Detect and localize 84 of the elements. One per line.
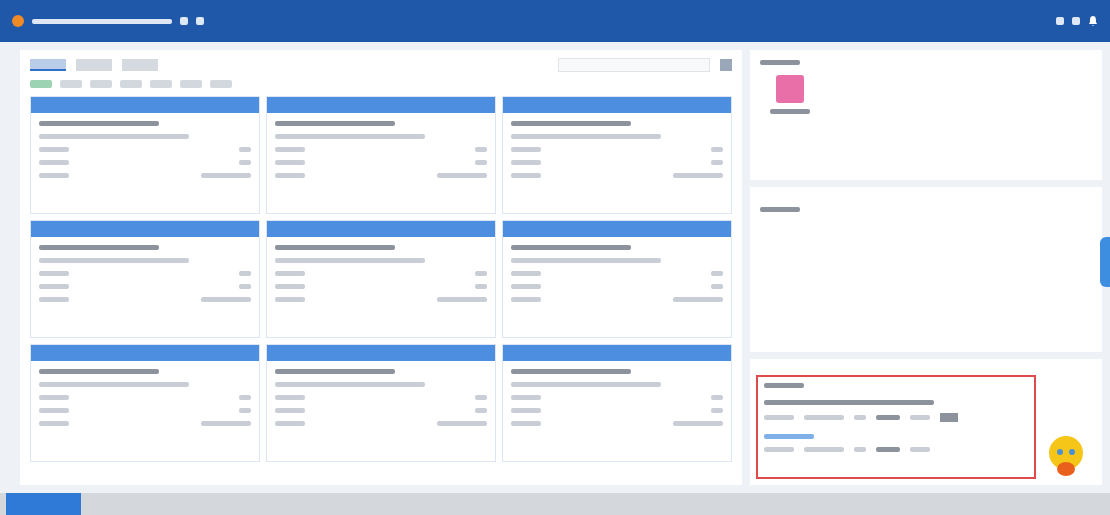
blurred-text-bar xyxy=(39,421,69,426)
order-card[interactable] xyxy=(266,96,496,214)
blurred-text-bar xyxy=(854,415,866,420)
blurred-text-bar xyxy=(239,408,251,413)
blurred-text-bar xyxy=(239,160,251,165)
blurred-text-bar xyxy=(764,383,804,388)
bell-icon[interactable] xyxy=(1088,15,1098,27)
order-card[interactable] xyxy=(266,344,496,462)
blurred-text-bar xyxy=(511,408,541,413)
blurred-text-bar xyxy=(673,297,723,302)
blurred-text-bar xyxy=(475,284,487,289)
blurred-text-bar xyxy=(673,421,723,426)
blurred-text-bar xyxy=(239,147,251,152)
blurred-text-bar xyxy=(475,271,487,276)
blurred-text-bar xyxy=(770,109,810,114)
blurred-text-bar xyxy=(760,207,800,212)
blurred-text-bar xyxy=(910,447,930,452)
blurred-text-bar xyxy=(764,434,814,439)
blurred-text-bar xyxy=(201,173,251,178)
blurred-text-bar xyxy=(39,395,69,400)
blurred-text-bar xyxy=(711,408,723,413)
blurred-text-bar xyxy=(711,284,723,289)
logo-icon xyxy=(12,15,24,27)
order-card[interactable] xyxy=(30,344,260,462)
blurred-text-bar xyxy=(804,415,844,420)
blurred-text-bar xyxy=(711,271,723,276)
blurred-text-bar xyxy=(760,60,800,65)
blurred-text-bar xyxy=(475,147,487,152)
blurred-text-bar xyxy=(511,271,541,276)
blurred-text-bar xyxy=(910,415,930,420)
blurred-text-bar xyxy=(511,297,541,302)
blurred-text-bar xyxy=(39,271,69,276)
order-card[interactable] xyxy=(502,344,732,462)
blurred-text-bar xyxy=(239,395,251,400)
blurred-text-bar xyxy=(511,147,541,152)
blurred-text-bar xyxy=(475,395,487,400)
blurred-text-bar xyxy=(876,415,900,420)
blurred-text-bar xyxy=(39,160,69,165)
blurred-text-bar xyxy=(437,297,487,302)
search-field[interactable] xyxy=(558,58,710,72)
order-card[interactable] xyxy=(266,220,496,338)
blurred-text-bar xyxy=(39,147,69,152)
order-card[interactable] xyxy=(502,96,732,214)
blurred-text-bar xyxy=(511,421,541,426)
blurred-text-bar xyxy=(39,297,69,302)
blurred-text-bar xyxy=(239,271,251,276)
blurred-text-bar xyxy=(711,395,723,400)
blurred-text-bar xyxy=(275,147,305,152)
blurred-text-bar xyxy=(854,447,866,452)
order-card[interactable] xyxy=(30,96,260,214)
blurred-text-bar xyxy=(275,421,305,426)
blurred-text-bar xyxy=(764,447,794,452)
blurred-text-bar xyxy=(275,160,305,165)
blurred-text-bar xyxy=(275,271,305,276)
blurred-text-bar xyxy=(39,284,69,289)
blurred-text-bar xyxy=(475,408,487,413)
blurred-text-bar xyxy=(511,173,541,178)
blurred-text-bar xyxy=(511,284,541,289)
blurred-text-bar xyxy=(239,284,251,289)
blurred-text-bar xyxy=(437,421,487,426)
blurred-text-bar xyxy=(673,173,723,178)
blurred-text-bar xyxy=(275,408,305,413)
tab[interactable] xyxy=(30,59,66,71)
blurred-text-bar xyxy=(711,160,723,165)
blurred-text-bar xyxy=(876,447,900,452)
mascot-icon xyxy=(1046,433,1086,479)
blurred-text-bar xyxy=(711,147,723,152)
blurred-text-bar xyxy=(764,415,794,420)
order-card[interactable] xyxy=(502,220,732,338)
blurred-text-bar xyxy=(275,297,305,302)
blurred-text-bar xyxy=(275,173,305,178)
blurred-text-bar xyxy=(275,284,305,289)
blurred-text-bar xyxy=(511,160,541,165)
blurred-text-bar xyxy=(201,297,251,302)
blurred-text-bar xyxy=(39,408,69,413)
blurred-text-bar xyxy=(804,447,844,452)
blurred-text-bar xyxy=(437,173,487,178)
blurred-text-bar xyxy=(39,173,69,178)
order-card[interactable] xyxy=(30,220,260,338)
blurred-text-bar xyxy=(511,395,541,400)
side-tab[interactable] xyxy=(1100,237,1110,287)
blurred-text-bar xyxy=(201,421,251,426)
blurred-text-bar xyxy=(275,395,305,400)
blurred-text-bar xyxy=(475,160,487,165)
